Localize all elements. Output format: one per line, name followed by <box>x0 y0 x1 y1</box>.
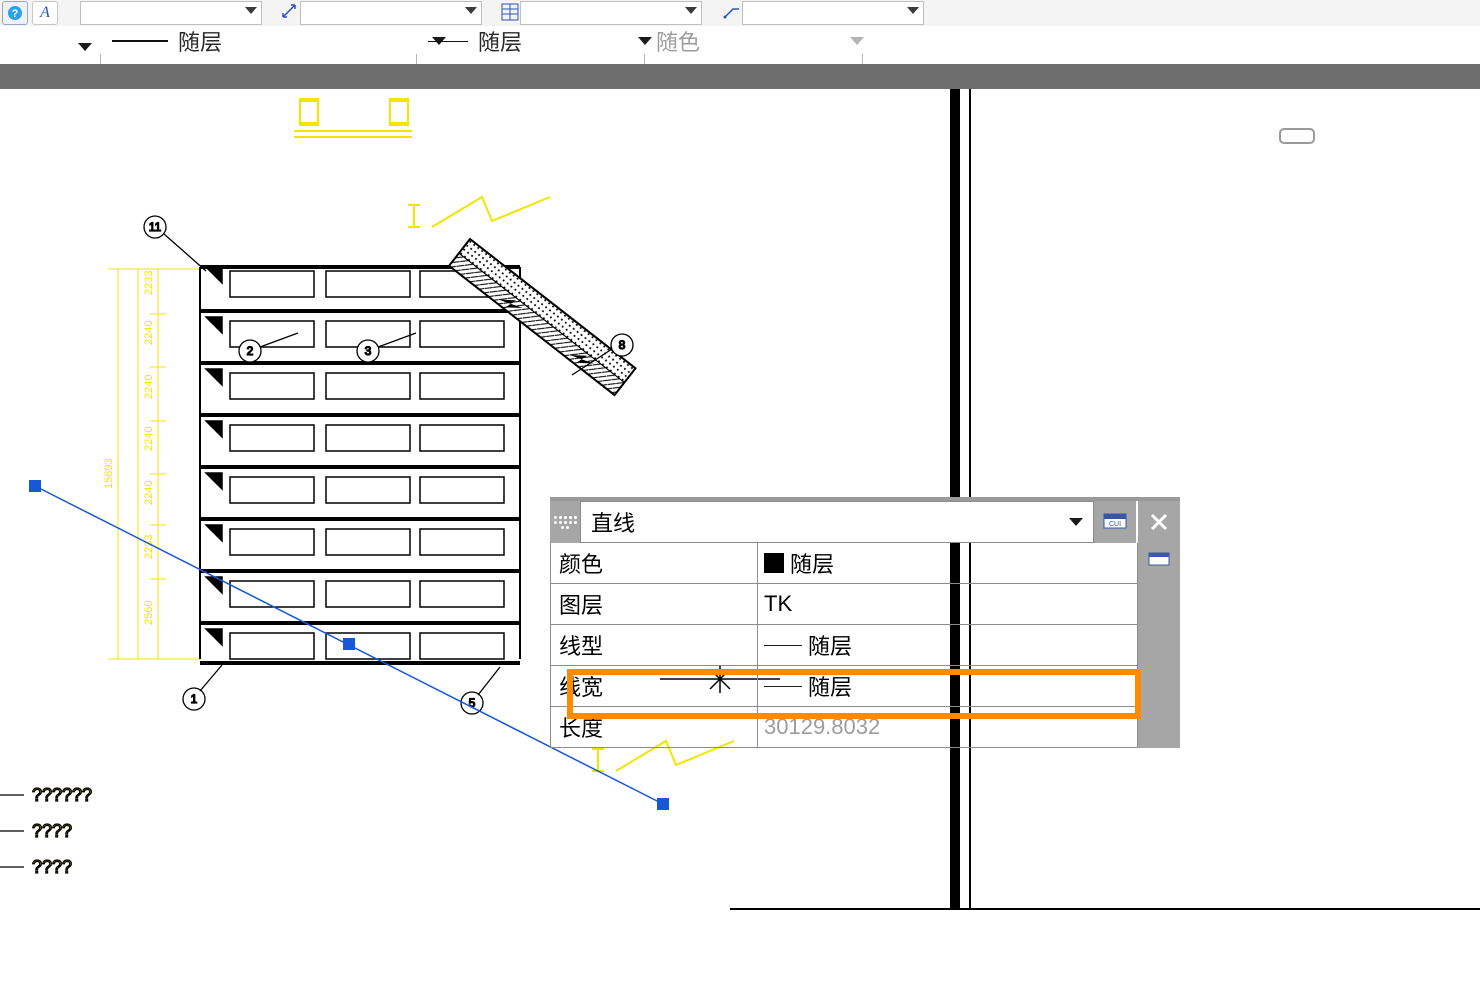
dimstyle-icon[interactable] <box>278 1 302 23</box>
svg-text:2233: 2233 <box>143 535 155 559</box>
svg-text:3: 3 <box>365 344 372 358</box>
object-type-label: 直线 <box>591 506 635 538</box>
svg-text:????: ???? <box>32 857 72 877</box>
property-grid: 颜色 随层 图层 TK 线型 随层 线宽 随层 长度 30129.8032 <box>550 543 1138 748</box>
svg-text:2560: 2560 <box>143 601 155 625</box>
help-icon[interactable]: ? <box>2 1 28 25</box>
panel-collapse-handle[interactable] <box>1280 129 1314 143</box>
textstyle-combo[interactable] <box>80 1 262 25</box>
generic-caret[interactable] <box>78 38 92 56</box>
svg-text:2240: 2240 <box>143 321 155 345</box>
svg-text:11: 11 <box>149 220 162 234</box>
panel-grip[interactable] <box>550 501 580 543</box>
dimstyle-combo[interactable] <box>300 1 482 25</box>
properties-panel[interactable]: 直线 CUI 颜色 随层 图层 TK <box>550 497 1180 748</box>
lineweight-dropdown[interactable]: 随层 <box>428 26 652 56</box>
color-dropdown[interactable]: 随色 <box>656 26 864 56</box>
panel-side <box>1138 543 1180 748</box>
property-row-length: 长度 30129.8032 <box>551 707 1137 747</box>
cui-icon[interactable]: CUI <box>1094 501 1136 543</box>
mleader-combo[interactable] <box>742 1 924 25</box>
svg-text:2240: 2240 <box>143 375 155 399</box>
drawing-canvas[interactable]: 2233 2240 2240 2240 2240 2233 2560 15893 <box>0 89 1480 998</box>
object-type-dropdown[interactable]: 直线 <box>580 501 1094 543</box>
linetype-dropdown[interactable]: 随层 <box>112 26 446 56</box>
property-row-layer[interactable]: 图层 TK <box>551 584 1137 625</box>
svg-text:????: ???? <box>32 821 72 841</box>
property-row-lineweight[interactable]: 线宽 随层 <box>551 666 1137 707</box>
svg-text:1: 1 <box>191 692 198 706</box>
tablestyle-combo[interactable] <box>520 1 702 25</box>
svg-text:2: 2 <box>247 344 254 358</box>
svg-text:8: 8 <box>619 338 626 352</box>
color-swatch <box>764 553 784 573</box>
property-row-linetype[interactable]: 线型 随层 <box>551 625 1137 666</box>
toolbar-row-2: 随层 随层 随色 <box>0 26 1480 64</box>
close-icon[interactable] <box>1138 501 1180 543</box>
svg-text:2240: 2240 <box>143 427 155 451</box>
svg-text:?: ? <box>12 8 19 20</box>
mleader-icon[interactable] <box>720 1 744 23</box>
svg-text:2233: 2233 <box>143 271 155 295</box>
tablestyle-icon[interactable] <box>498 1 522 23</box>
svg-text:CUI: CUI <box>1109 521 1121 528</box>
textstyle-button[interactable]: A <box>32 1 58 25</box>
svg-text:15893: 15893 <box>103 458 115 489</box>
view-tab-bar <box>0 64 1480 89</box>
property-row-color[interactable]: 颜色 随层 <box>551 543 1137 584</box>
svg-text:??????: ?????? <box>32 785 92 805</box>
svg-text:2240: 2240 <box>143 481 155 505</box>
toolbar-row-1: ? A <box>0 0 1480 27</box>
quick-select-icon[interactable] <box>1147 549 1171 569</box>
